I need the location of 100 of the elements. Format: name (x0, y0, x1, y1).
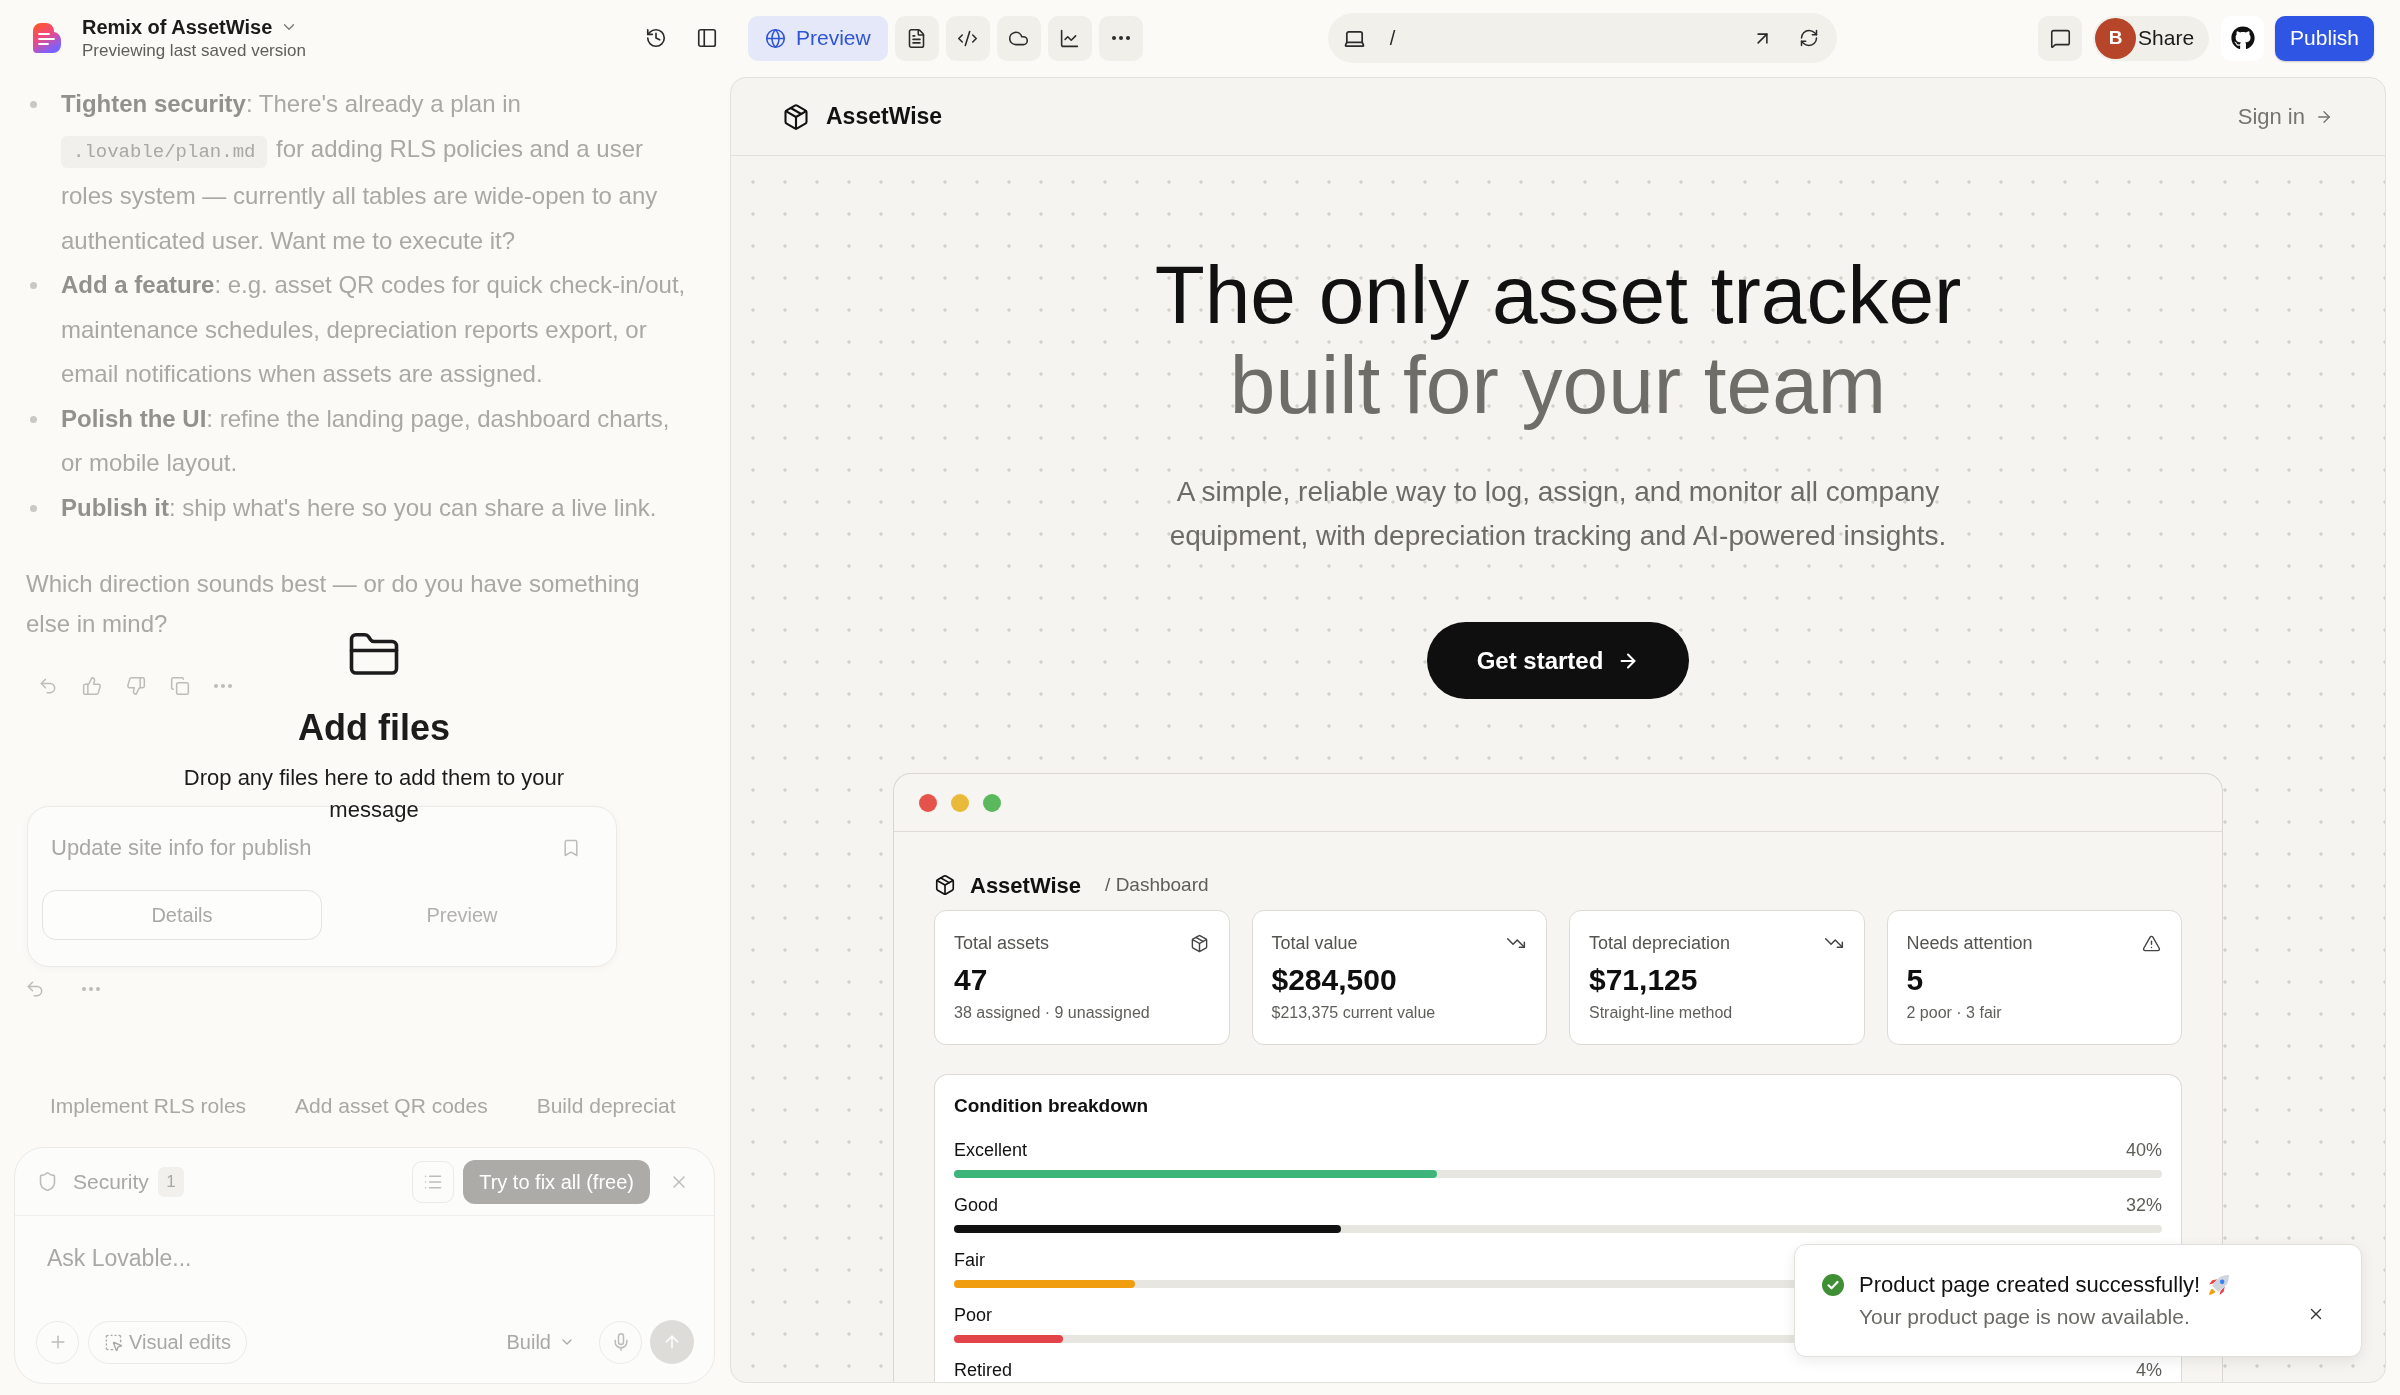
package-icon (1189, 933, 1209, 953)
undo-icon (38, 676, 58, 696)
package-icon (782, 102, 810, 131)
stat-value: 5 (1906, 962, 1925, 998)
copy-icon (170, 676, 190, 696)
globe-icon (765, 27, 786, 49)
drop-message: Drop any files here to add them to your message (182, 764, 566, 824)
more-icon (82, 987, 100, 991)
brand-name: AssetWise (826, 102, 943, 132)
chat-bubble-icon (2049, 27, 2071, 49)
task-tab[interactable]: Preview (322, 890, 602, 940)
view-tab[interactable]: Preview (748, 15, 888, 61)
condition-label: Poor (954, 1304, 993, 1326)
rocket-icon (2208, 1274, 2231, 1296)
undo-icon (25, 979, 45, 999)
list-item-text: Polish the UI: refine the landing page, dashboard charts, or mobile layout. (61, 403, 671, 478)
line-chart-icon (1059, 27, 1081, 49)
view-tab[interactable] (945, 15, 990, 61)
stat-note: 2 poor · 3 fair (1906, 1003, 2003, 1023)
thumbs-up-button[interactable] (82, 676, 102, 696)
hero-headline-muted: built for your team (1229, 340, 1887, 430)
hero-headline: The only asset tracker (1154, 250, 1962, 340)
undo-button[interactable] (38, 676, 58, 696)
chat-input[interactable]: Ask Lovable... (35, 1238, 694, 1278)
bullet-icon (30, 415, 37, 423)
publish-button[interactable]: Publish (2275, 15, 2374, 61)
thumbs-up-icon (82, 676, 102, 696)
list-item-text: Tighten security: There's already a plan in .lovable/plan.md for adding RLS policies and a user roles system — currently all tables are wide-open to any authenticated user. Want me to execute it? (61, 89, 659, 256)
history-icon (645, 27, 667, 49)
bookmark-button[interactable] (561, 838, 581, 858)
project-subtitle: Previewing last saved version (82, 40, 306, 62)
view-tab[interactable] (996, 15, 1041, 61)
task-title: Update site info for publish (51, 834, 312, 862)
issue-count: 1 (157, 1166, 184, 1197)
github-icon (2230, 26, 2255, 50)
view-tab[interactable] (894, 15, 939, 61)
revert-button[interactable] (25, 979, 45, 999)
suggestion-chip[interactable]: Implement RLS roles (36, 1093, 261, 1119)
stat-label: Needs attention (1906, 932, 2033, 954)
hero-description: A simple, reliable way to log, assign, and monitor all company equipment, with depreciation tracking and AI-powered insights. (1168, 475, 1948, 553)
list-item-text: Add a feature: e.g. asset QR codes for quick check-in/out, maintenance schedules, depreciation reports export, or email notifications when assets are assigned. (61, 270, 687, 389)
comments-button[interactable] (2038, 15, 2083, 61)
suggestion-chip[interactable]: Build depreciat (522, 1093, 690, 1119)
github-button[interactable] (2221, 15, 2265, 61)
success-check-icon (1822, 1274, 1844, 1296)
get-started-button[interactable]: Get started (1426, 622, 1690, 699)
thumbs-down-button[interactable] (126, 676, 146, 696)
sign-in-link[interactable]: Sign in (2237, 100, 2333, 133)
sidebar-icon (696, 27, 718, 49)
shield-icon (37, 1171, 58, 1192)
condition-label: Retired (954, 1359, 1013, 1381)
stat-note: $213,375 current value (1271, 1003, 1437, 1023)
stat-note: Straight-line method (1589, 1003, 1734, 1023)
condition-label: Good (954, 1194, 999, 1216)
condition-label: Fair (954, 1249, 985, 1271)
list-item-text: Publish it: ship what's here so you can share a live link. (61, 492, 658, 523)
copy-button[interactable] (170, 676, 190, 696)
app-logo (33, 23, 61, 53)
card-title: Condition breakdown (954, 1094, 1150, 1118)
stat-value: $71,125 (1589, 962, 1699, 998)
stat-value: $284,500 (1271, 962, 1398, 998)
percent-label: 32% (2125, 1194, 2162, 1216)
fix-all-button[interactable]: Try to fix all (free) (463, 1159, 650, 1204)
mockup-brand: AssetWise (970, 871, 1082, 900)
bullet-icon (30, 101, 37, 108)
view-tab[interactable] (1047, 15, 1092, 61)
stat-label: Total assets (954, 932, 1050, 954)
bullet-icon (30, 504, 37, 512)
refresh-icon (1798, 28, 1819, 48)
dashed-pointer-icon (104, 1332, 123, 1352)
package-icon (934, 874, 956, 896)
warning-icon (2142, 933, 2161, 953)
issues-list-button[interactable] (412, 1160, 455, 1203)
percent-label: 4% (2136, 1359, 2162, 1381)
stat-note: 38 assigned · 9 unassigned (954, 1003, 1151, 1023)
bookmark-icon (561, 838, 581, 858)
security-label: Security (73, 1168, 149, 1195)
percent-label: 40% (2125, 1139, 2162, 1161)
stat-label: Total value (1271, 932, 1358, 954)
message-text: Which direction sounds best — or do you have something else in mind? (26, 569, 641, 639)
thumbs-down-icon (126, 676, 146, 696)
mode-dropdown[interactable]: Build (506, 1327, 575, 1357)
stat-value: 47 (954, 962, 989, 998)
breadcrumb: / Dashboard (1105, 872, 1209, 897)
toast-message: Your product page is now available. (1859, 1304, 2191, 1330)
more-icon (214, 684, 232, 688)
bullet-icon (30, 282, 37, 289)
url-bar[interactable]: / (1327, 13, 1837, 63)
suggestion-chip[interactable]: Add asset QR codes (281, 1093, 502, 1119)
share-button[interactable]: B Share (2093, 15, 2210, 61)
stat-label: Total depreciation (1589, 932, 1731, 954)
toast-title: Product page created successfully! (1859, 1272, 2201, 1298)
task-tab[interactable]: Details (42, 890, 322, 940)
send-button[interactable] (650, 1320, 694, 1364)
user-avatar: B (2095, 17, 2137, 59)
project-title-menu[interactable]: Remix of AssetWise (82, 14, 299, 40)
more-icon (1111, 36, 1130, 40)
condition-label: Excellent (954, 1139, 1028, 1161)
drop-title: Add files (298, 706, 450, 750)
url-path: / (1389, 26, 1396, 51)
